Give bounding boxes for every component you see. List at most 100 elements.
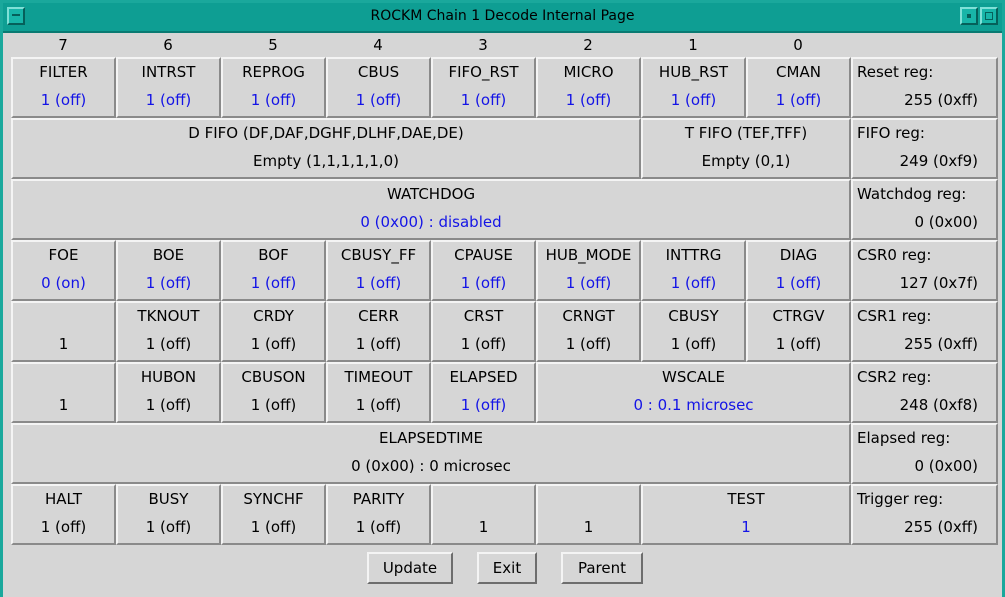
field-value: 1 — [58, 335, 69, 353]
bit-field-cell: SYNCHF 1 (off) — [221, 484, 326, 545]
field-label: SYNCHF — [243, 490, 304, 508]
field-value[interactable]: 1 (off) — [643, 91, 744, 109]
field-value: 1 (off) — [250, 396, 297, 414]
field-label: D FIFO (DF,DAF,DGHF,DLHF,DAE,DE) — [188, 124, 464, 142]
register-label: Reset reg: — [857, 63, 934, 81]
field-value[interactable]: 1 (off) — [118, 91, 219, 109]
bit-field-cell: CBUSY 1 (off) — [641, 301, 746, 362]
bit-field-cell: TKNOUT 1 (off) — [116, 301, 221, 362]
parent-button[interactable]: Parent — [561, 552, 643, 584]
field-value[interactable]: 1 — [643, 518, 849, 536]
bit-field-cell: CBUSY_FF 1 (off) — [326, 240, 431, 301]
field-value: 1 — [583, 518, 594, 536]
field-value[interactable]: 0 (on) — [13, 274, 114, 292]
field-value[interactable]: 1 (off) — [223, 91, 324, 109]
field-value: Empty (1,1,1,1,1,0) — [253, 152, 399, 170]
register-cell: FIFO reg: 249 (0xf9) — [851, 118, 998, 179]
bit-field-cell: BOF 1 (off) — [221, 240, 326, 301]
title-bar[interactable]: ROCKM Chain 1 Decode Internal Page — [3, 3, 1002, 33]
bit-column-header: 6 — [163, 36, 173, 54]
field-label: TEST — [727, 490, 765, 508]
field-label: BOF — [258, 246, 289, 264]
register-value: 255 (0xff) — [904, 518, 978, 536]
field-value[interactable]: 1 (off) — [13, 91, 114, 109]
field-value: 1 (off) — [145, 518, 192, 536]
field-value[interactable]: 1 (off) — [643, 274, 744, 292]
field-label: TIMEOUT — [344, 368, 413, 386]
bit-field-cell: HUB_MODE 1 (off) — [536, 240, 641, 301]
field-label: BUSY — [148, 490, 189, 508]
field-label: CRNGT — [562, 307, 615, 325]
field-value: 0 (0x00) : 0 microsec — [351, 457, 511, 475]
bit-field-cell: HALT 1 (off) — [11, 484, 116, 545]
bit-column-header: 5 — [268, 36, 278, 54]
field-value[interactable]: 1 (off) — [328, 91, 429, 109]
register-value: 255 (0xff) — [904, 91, 978, 109]
maximize-icon[interactable] — [980, 7, 998, 25]
field-value[interactable]: 1 (off) — [748, 91, 849, 109]
register-label: Watchdog reg: — [857, 185, 967, 203]
field-value: 1 — [58, 396, 69, 414]
bit-field-cell: 1 — [11, 362, 116, 423]
field-value[interactable]: 1 (off) — [538, 274, 639, 292]
bit-field-cell: DIAG 1 (off) — [746, 240, 851, 301]
bit-field-cell: HUB_RST 1 (off) — [641, 57, 746, 118]
register-label: FIFO reg: — [857, 124, 925, 142]
register-cell: CSR2 reg: 248 (0xf8) — [851, 362, 998, 423]
field-label: HUBON — [140, 368, 197, 386]
bit-field-cell: TEST 1 — [641, 484, 851, 545]
field-value: 1 (off) — [145, 396, 192, 414]
field-value: 1 (off) — [355, 335, 402, 353]
bit-column-header: 1 — [688, 36, 698, 54]
register-label: CSR1 reg: — [857, 307, 932, 325]
field-label: T FIFO (TEF,TFF) — [684, 124, 808, 142]
field-label: CPAUSE — [454, 246, 513, 264]
field-value[interactable]: 1 (off) — [748, 274, 849, 292]
register-value: 255 (0xff) — [904, 335, 978, 353]
app-window: ROCKM Chain 1 Decode Internal Page Updat… — [0, 0, 1005, 597]
field-value[interactable]: 1 (off) — [433, 396, 534, 414]
field-label: DIAG — [779, 246, 818, 264]
field-label: FILTER — [39, 63, 88, 81]
bit-field-cell: FIFO_RST 1 (off) — [431, 57, 536, 118]
update-button[interactable]: Update — [367, 552, 453, 584]
field-label: ELAPSEDTIME — [378, 429, 484, 447]
field-value[interactable]: 1 (off) — [328, 274, 429, 292]
field-label: CTRGV — [772, 307, 825, 325]
bit-field-cell: ELAPSEDTIME 0 (0x00) : 0 microsec — [11, 423, 851, 484]
register-cell: CSR1 reg: 255 (0xff) — [851, 301, 998, 362]
field-value[interactable]: 1 (off) — [118, 274, 219, 292]
register-cell: Elapsed reg: 0 (0x00) — [851, 423, 998, 484]
field-value: 1 (off) — [565, 335, 612, 353]
field-label: CRDY — [253, 307, 294, 325]
field-value: 1 (off) — [670, 335, 717, 353]
bit-field-cell: PARITY 1 (off) — [326, 484, 431, 545]
field-label: CBUS — [357, 63, 400, 81]
bit-field-cell: 1 — [431, 484, 536, 545]
field-label: HALT — [45, 490, 82, 508]
field-value[interactable]: 0 (0x00) : disabled — [13, 213, 849, 231]
register-value: 249 (0xf9) — [899, 152, 978, 170]
field-label: CBUSY_FF — [340, 246, 417, 264]
minimize-icon[interactable] — [960, 7, 978, 25]
bit-field-cell: CMAN 1 (off) — [746, 57, 851, 118]
register-label: Elapsed reg: — [857, 429, 951, 447]
field-value: 1 (off) — [250, 335, 297, 353]
register-label: Trigger reg: — [857, 490, 944, 508]
field-value[interactable]: 1 (off) — [538, 91, 639, 109]
register-label: CSR2 reg: — [857, 368, 932, 386]
field-value[interactable]: 1 (off) — [223, 274, 324, 292]
field-value[interactable]: 1 (off) — [433, 274, 534, 292]
bit-field-cell: D FIFO (DF,DAF,DGHF,DLHF,DAE,DE) Empty (1… — [11, 118, 641, 179]
bit-field-cell: CBUS 1 (off) — [326, 57, 431, 118]
register-cell: Watchdog reg: 0 (0x00) — [851, 179, 998, 240]
register-value: 0 (0x00) — [914, 457, 978, 475]
field-value: 1 (off) — [775, 335, 822, 353]
field-value[interactable]: 1 (off) — [433, 91, 534, 109]
bit-field-cell: BUSY 1 (off) — [116, 484, 221, 545]
register-cell: CSR0 reg: 127 (0x7f) — [851, 240, 998, 301]
exit-button[interactable]: Exit — [477, 552, 537, 584]
field-value[interactable]: 0 : 0.1 microsec — [538, 396, 849, 414]
field-label: CBUSY — [668, 307, 719, 325]
bit-column-header: 7 — [58, 36, 68, 54]
